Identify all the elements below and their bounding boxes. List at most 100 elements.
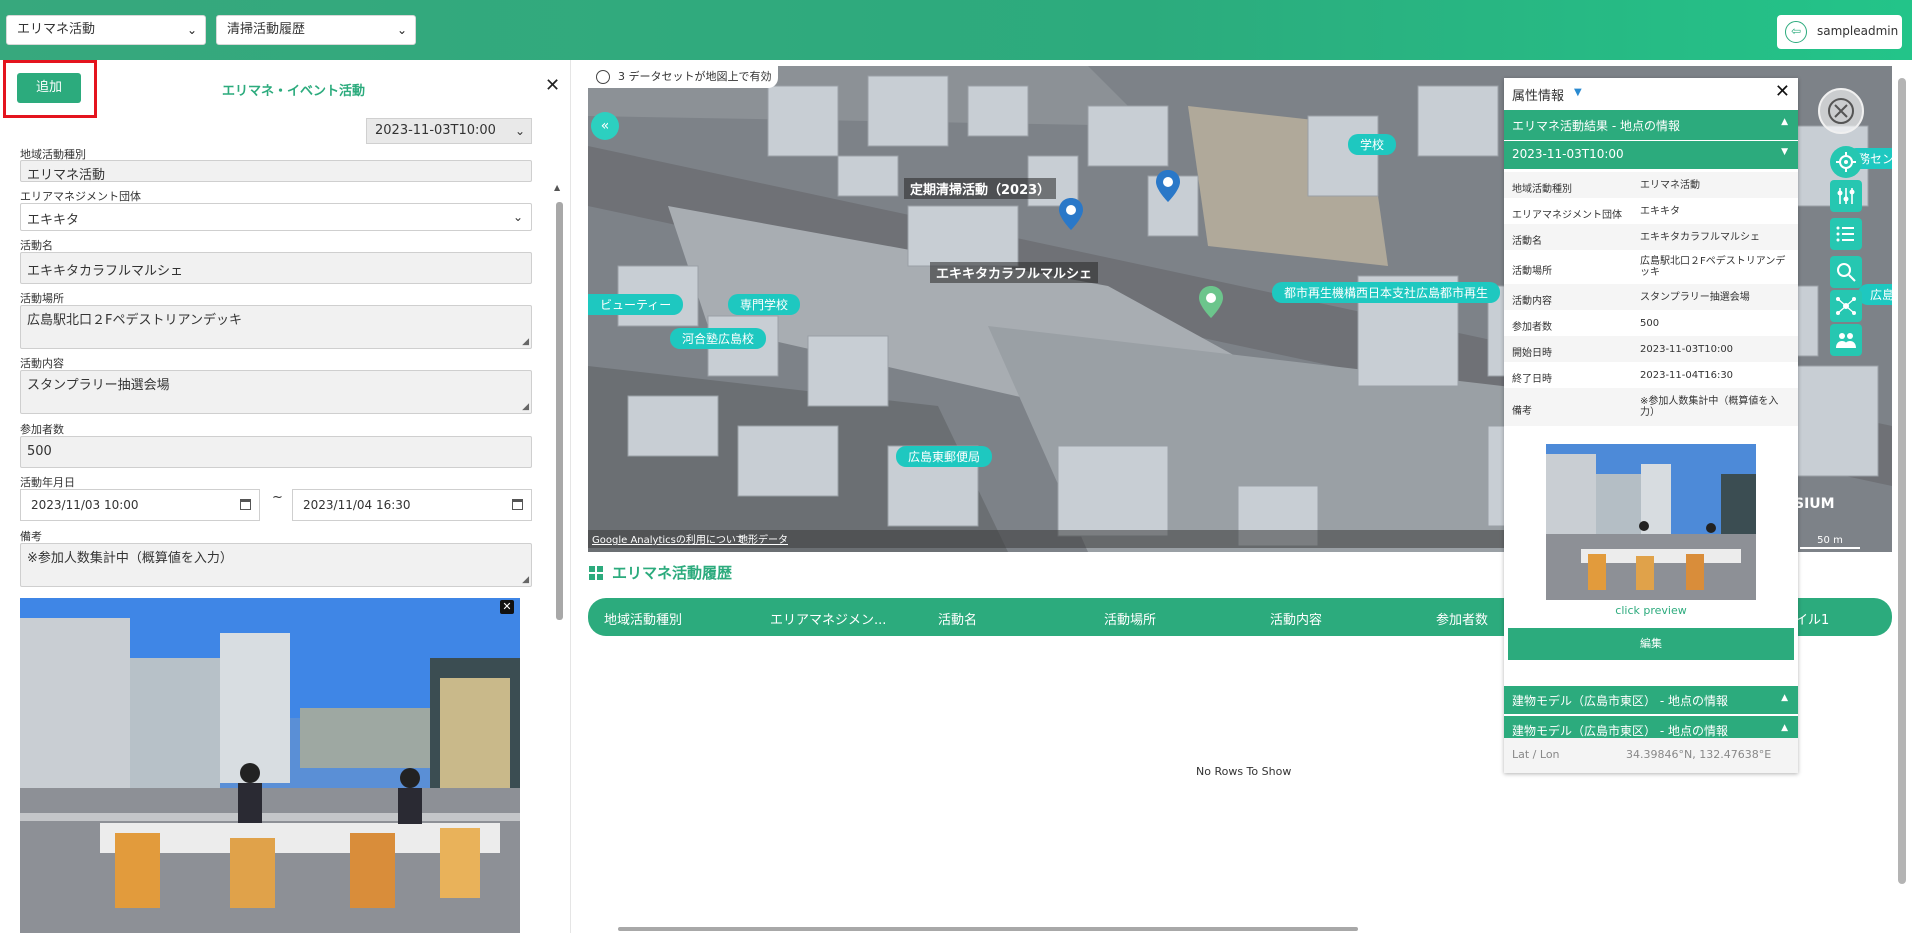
name-field[interactable]: エキキタカラフルマルシェ (20, 252, 532, 284)
prop-value: エリマネ活動 (1640, 180, 1700, 191)
date-select-value: 2023-11-03T10:00 (375, 123, 496, 138)
column-header[interactable]: 活動場所 (1104, 609, 1156, 628)
activity-select[interactable]: 清掃活動履歴 ⌄ (216, 15, 416, 45)
panel-title: エリマネ・イベント活動 (222, 84, 366, 99)
prop-row: 開始日時 2023-11-03T10:00 (1504, 336, 1798, 363)
prop-row: 活動名 エキキタカラフルマルシェ (1504, 224, 1798, 251)
map-label: 学校 (1348, 134, 1397, 155)
note-value: ※参加人数集計中（概算値を入力） (27, 551, 233, 566)
column-header[interactable]: エリアマネジメン... (770, 609, 886, 628)
place-label: 活動場所 (20, 292, 64, 305)
section-header[interactable]: 建物モデル（広島市東区） - 地点の情報 ▲ (1504, 686, 1798, 714)
scroll-up-icon[interactable]: ▲ (554, 183, 560, 192)
content-field[interactable]: スタンプラリー抽選会場 ◢ (20, 370, 532, 414)
dataset-badge-text: 3 データセットが地図上で有効 (618, 70, 772, 83)
scrollbar-thumb[interactable] (1898, 78, 1906, 884)
map-label: 広島 (1858, 284, 1892, 305)
dataset-badge[interactable]: 3 データセットが地図上で有効 (588, 66, 778, 88)
properties-title: 属性情報 (1512, 89, 1565, 104)
type-field[interactable]: エリマネ活動 (20, 160, 532, 183)
prop-value: エキキタ (1640, 206, 1680, 217)
date-header[interactable]: 2023-11-03T10:00 ▼ (1504, 141, 1798, 169)
calendar-icon[interactable] (512, 499, 523, 510)
top-bar: エリマネ活動 ⌄ 清掃活動履歴 ⌄ ⇦ sampleadmin (0, 0, 1912, 60)
click-preview-link[interactable]: click preview (1504, 604, 1798, 617)
history-title: エリマネ活動履歴 (612, 564, 733, 582)
resize-handle-icon[interactable]: ◢ (522, 337, 529, 347)
list-icon[interactable] (1830, 218, 1862, 250)
close-icon[interactable]: ✕ (545, 75, 560, 96)
add-button[interactable]: 追加 (17, 73, 81, 103)
end-date-input[interactable]: 2023/11/04 16:30 (292, 489, 532, 521)
prop-row: 活動場所 広島駅北口２Fペデストリアンデッキ (1504, 250, 1798, 285)
properties-header: 属性情報 ▼ ✕ (1504, 78, 1798, 110)
column-header[interactable]: イル1 (1795, 609, 1829, 628)
scrollbar-thumb[interactable] (556, 202, 563, 620)
search-icon[interactable] (1830, 256, 1862, 288)
scrollbar-thumb[interactable] (618, 927, 1358, 931)
terrain-link[interactable]: 地形データ (738, 531, 788, 546)
prop-value: 広島駅北口２Fペデストリアンデッキ (1640, 256, 1786, 278)
activity-select-value: 清掃活動履歴 (227, 22, 306, 37)
prop-row: 地域活動種別 エリマネ活動 (1504, 172, 1798, 199)
grid-icon (589, 566, 603, 580)
caret-down-icon[interactable]: ▼ (1574, 87, 1582, 98)
prop-row: 参加者数 500 (1504, 310, 1798, 337)
calendar-icon[interactable] (240, 499, 251, 510)
prop-key: 地域活動種別 (1512, 184, 1572, 195)
remove-photo-icon[interactable]: ✕ (500, 600, 514, 614)
count-label: 参加者数 (20, 423, 64, 436)
prop-key: 活動名 (1512, 236, 1542, 247)
chevron-down-icon: ⌄ (514, 124, 525, 138)
grid-scrollbar[interactable] (600, 925, 1870, 931)
date-label: 活動年月日 (20, 476, 75, 489)
users-icon[interactable] (1830, 324, 1862, 356)
edit-button[interactable]: 編集 (1508, 628, 1794, 660)
panel-scrollbar[interactable]: ▲ (554, 180, 564, 933)
user-name: sampleadmin (1817, 24, 1899, 38)
layers-icon (596, 70, 610, 84)
analytics-link[interactable]: Google Analyticsの利用について (592, 531, 746, 546)
section-header[interactable]: エリマネ活動結果 - 地点の情報 ▲ (1504, 110, 1798, 140)
org-label: エリアマネジメント団体 (20, 190, 141, 203)
prop-value: 2023-11-03T10:00 (1640, 344, 1734, 355)
resize-handle-icon[interactable]: ◢ (522, 402, 529, 412)
column-header[interactable]: 参加者数 (1436, 609, 1488, 628)
start-date-input[interactable]: 2023/11/03 10:00 (20, 489, 260, 521)
filter-icon[interactable] (1830, 180, 1862, 212)
note-field[interactable]: ※参加人数集計中（概算値を入力） ◢ (20, 543, 532, 587)
place-field[interactable]: 広島駅北口２Fペデストリアンデッキ ◢ (20, 305, 532, 349)
layer-select[interactable]: エリマネ活動 ⌄ (6, 15, 206, 45)
caret-up-icon: ▲ (1781, 693, 1788, 703)
latlon-value: 34.39846°N, 132.47638°E (1626, 748, 1772, 761)
map-label: 都市再生機構西日本支社広島都市再生 (1272, 282, 1501, 303)
org-select[interactable]: エキキタ ⌄ (20, 203, 532, 231)
map-label: ビューティー (588, 294, 684, 315)
resize-handle-icon[interactable]: ◢ (522, 575, 529, 585)
locate-icon[interactable] (1830, 146, 1862, 178)
chevron-down-icon: ⌄ (512, 210, 523, 224)
date-select[interactable]: 2023-11-03T10:00 ⌄ (366, 118, 532, 144)
content-value: スタンプラリー抽選会場 (27, 378, 170, 393)
compass-icon[interactable] (1818, 88, 1864, 134)
content-label: 活動内容 (20, 357, 64, 370)
section-title: 建物モデル（広島市東区） - 地点の情報 (1512, 724, 1728, 738)
map-pin-icon[interactable] (1058, 198, 1084, 230)
share-icon[interactable] (1830, 290, 1862, 322)
org-value: エキキタ (27, 213, 80, 228)
column-header[interactable]: 活動名 (938, 609, 977, 628)
column-header[interactable]: 地域活動種別 (604, 609, 682, 628)
count-field[interactable]: 500 (20, 436, 532, 468)
page-scrollbar[interactable] (1896, 66, 1908, 933)
date-title: 2023-11-03T10:00 (1512, 147, 1624, 161)
close-icon[interactable]: ✕ (1775, 81, 1790, 102)
preview-image[interactable] (1546, 444, 1756, 600)
map-label: 定期清掃活動（2023） (904, 178, 1057, 199)
prop-row: 備考 ※参加人数集計中（概算値を入力） (1504, 388, 1798, 427)
map-pin-icon[interactable] (1198, 286, 1224, 318)
user-button[interactable]: ⇦ sampleadmin (1777, 15, 1902, 49)
collapse-panel-button[interactable]: « (591, 112, 619, 140)
map-pin-icon[interactable] (1155, 170, 1181, 202)
column-header[interactable]: 活動内容 (1270, 609, 1322, 628)
prop-row: エリアマネジメント団体 エキキタ (1504, 198, 1798, 225)
